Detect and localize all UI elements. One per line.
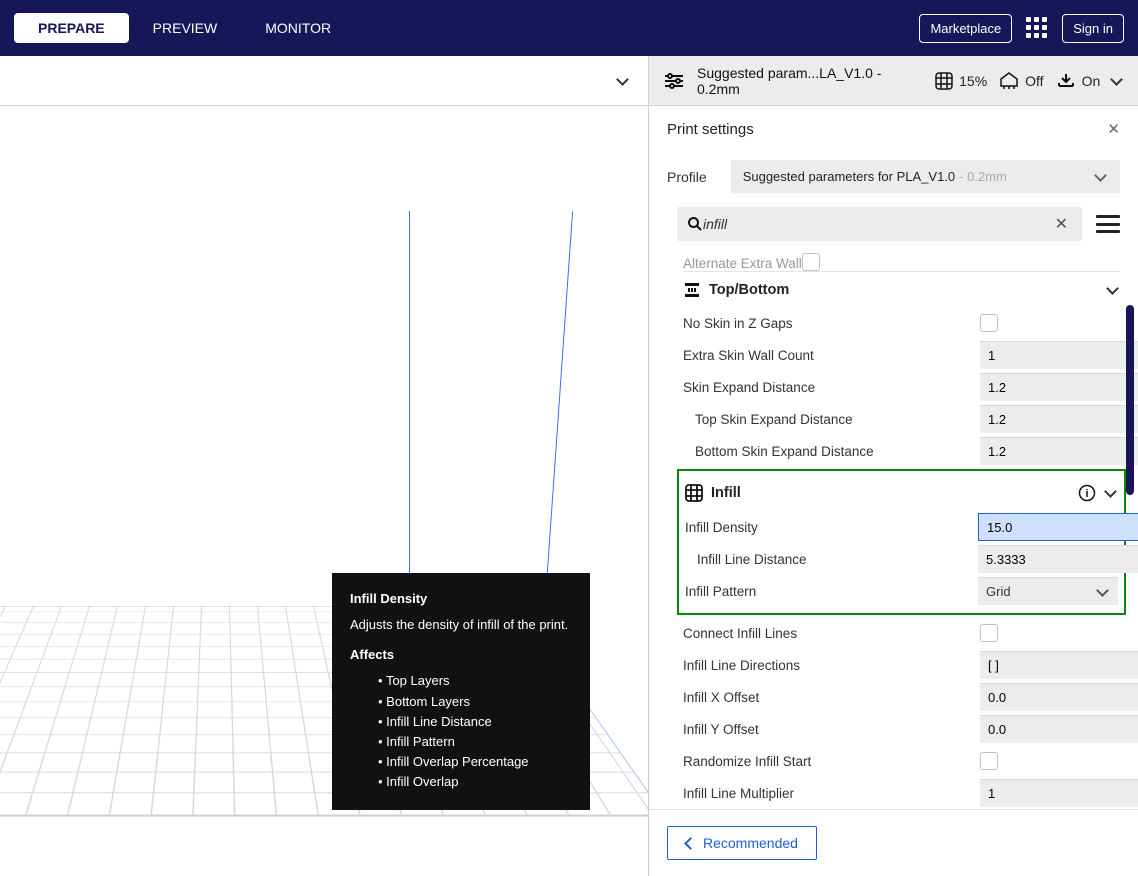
label-infill-y: Infill Y Offset xyxy=(683,722,980,737)
input-skin-expand[interactable] xyxy=(980,373,1138,401)
clear-search-icon[interactable]: ✕ xyxy=(1051,214,1072,234)
support-text: Off xyxy=(1025,73,1043,89)
search-icon xyxy=(687,216,703,232)
adhesion-summary[interactable]: On xyxy=(1056,72,1101,90)
panel-title: Print settings xyxy=(667,121,754,138)
input-extra-skin-wall[interactable] xyxy=(980,341,1138,369)
label-infill-density: Infill Density xyxy=(685,520,978,535)
tooltip-affects-item: Infill Line Distance xyxy=(378,712,572,732)
input-infill-y[interactable] xyxy=(980,715,1138,743)
setting-truncated: Alternate Extra Wall xyxy=(683,253,1120,271)
recommended-button[interactable]: Recommended xyxy=(667,826,817,860)
checkbox-connect-infill[interactable] xyxy=(980,624,998,642)
profile-chip[interactable]: Suggested param...LA_V1.0 - 0.2mm xyxy=(697,65,923,97)
chevron-left-icon xyxy=(686,835,695,851)
label-connect-infill: Connect Infill Lines xyxy=(683,626,980,641)
tab-monitor[interactable]: MONITOR xyxy=(241,13,355,43)
input-bottom-skin-expand[interactable] xyxy=(980,437,1138,465)
signin-button[interactable]: Sign in xyxy=(1062,14,1124,43)
tooltip-desc: Adjusts the density of infill of the pri… xyxy=(350,615,572,635)
label-infill-line-dist: Infill Line Distance xyxy=(697,552,978,567)
input-infill-density[interactable] xyxy=(978,513,1138,541)
label-infill-directions: Infill Line Directions xyxy=(683,658,980,673)
section-infill[interactable]: Infill i xyxy=(685,475,1118,511)
tooltip-title: Infill Density xyxy=(350,589,572,609)
infill-icon xyxy=(685,484,703,502)
label-bottom-skin-expand: Bottom Skin Expand Distance xyxy=(695,444,980,459)
highlight-infill: Infill i Infill Density% Infill Line Dis… xyxy=(677,469,1126,615)
adhesion-icon xyxy=(1056,72,1076,90)
chevron-down-icon xyxy=(1106,487,1118,499)
tooltip-affects-item: Bottom Layers xyxy=(378,692,572,712)
select-infill-pattern[interactable]: Grid xyxy=(978,577,1118,605)
chevron-down-icon xyxy=(1108,284,1120,296)
tooltip-affects-item: Infill Overlap xyxy=(378,772,572,792)
profile-label: Profile xyxy=(667,169,707,185)
checkbox-randomize-start[interactable] xyxy=(980,752,998,770)
checkbox[interactable] xyxy=(802,253,820,271)
label-skin-expand: Skin Expand Distance xyxy=(683,380,980,395)
marketplace-button[interactable]: Marketplace xyxy=(919,14,1012,43)
input-top-skin-expand[interactable] xyxy=(980,405,1138,433)
tooltip: Infill Density Adjusts the density of in… xyxy=(332,573,590,810)
label-infill-x: Infill X Offset xyxy=(683,690,980,705)
tab-prepare[interactable]: PREPARE xyxy=(14,13,129,43)
tooltip-affects-item: Top Layers xyxy=(378,671,572,691)
input-infill-directions[interactable] xyxy=(980,651,1138,679)
label-extra-skin-wall: Extra Skin Wall Count xyxy=(683,348,980,363)
print-settings-panel: Print settings ✕ Profile Suggested param… xyxy=(648,106,1138,876)
profile-name: Suggested parameters for PLA_V1.0 xyxy=(743,169,955,184)
label-infill-pattern: Infill Pattern xyxy=(685,584,978,599)
infill-pct-text: 15% xyxy=(959,73,987,89)
label-top-skin-expand: Top Skin Expand Distance xyxy=(695,412,980,427)
apps-icon[interactable] xyxy=(1026,17,1048,39)
scrollbar-thumb[interactable] xyxy=(1126,305,1134,495)
chevron-down-icon xyxy=(1096,171,1108,183)
input-infill-line-dist[interactable] xyxy=(978,545,1138,573)
section-top-bottom[interactable]: Top/Bottom xyxy=(683,271,1120,307)
chevron-down-icon[interactable] xyxy=(1112,75,1124,87)
label-infill-multiplier: Infill Line Multiplier xyxy=(683,786,980,801)
support-summary[interactable]: Off xyxy=(999,72,1043,90)
search-box[interactable]: ✕ xyxy=(677,207,1082,241)
chevron-down-icon[interactable] xyxy=(618,75,630,87)
label-no-skin-z: No Skin in Z Gaps xyxy=(683,316,980,331)
input-infill-multiplier[interactable] xyxy=(980,779,1138,807)
infill-icon xyxy=(935,72,953,90)
infill-summary[interactable]: 15% xyxy=(935,72,987,90)
tooltip-affects-item: Infill Pattern xyxy=(378,732,572,752)
support-icon xyxy=(999,72,1019,90)
info-icon[interactable]: i xyxy=(1078,484,1096,502)
adhesion-text: On xyxy=(1082,73,1101,89)
tab-preview[interactable]: PREVIEW xyxy=(129,13,242,43)
model-edge xyxy=(409,211,410,613)
menu-icon[interactable] xyxy=(1096,215,1120,233)
topbottom-icon xyxy=(683,281,701,299)
close-icon[interactable]: ✕ xyxy=(1107,120,1120,138)
tooltip-affects-label: Affects xyxy=(350,645,572,665)
chevron-down-icon xyxy=(1098,586,1110,598)
profile-sub: - 0.2mm xyxy=(959,169,1007,184)
settings-icon xyxy=(663,72,685,90)
svg-text:i: i xyxy=(1085,488,1088,500)
label-randomize-start: Randomize Infill Start xyxy=(683,754,980,769)
tooltip-affects-item: Infill Overlap Percentage xyxy=(378,752,572,772)
profile-select[interactable]: Suggested parameters for PLA_V1.0 - 0.2m… xyxy=(731,160,1120,193)
checkbox-no-skin-z[interactable] xyxy=(980,314,998,332)
search-input[interactable] xyxy=(703,216,1051,232)
input-infill-x[interactable] xyxy=(980,683,1138,711)
